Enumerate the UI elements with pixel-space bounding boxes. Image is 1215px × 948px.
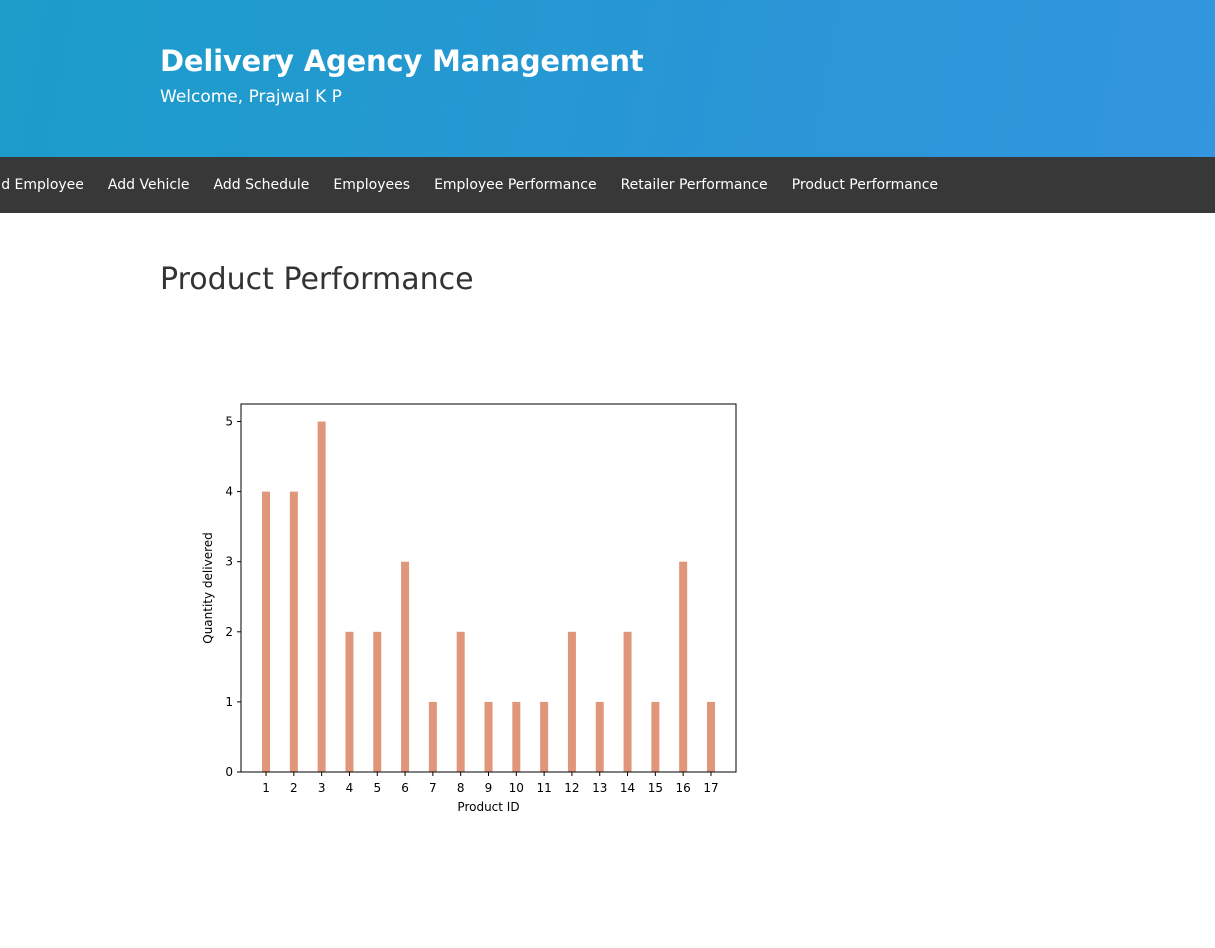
- chart-bars: [262, 421, 715, 772]
- x-tick-label: 11: [536, 781, 551, 795]
- x-tick-label: 16: [676, 781, 691, 795]
- y-tick-label: 0: [225, 765, 233, 779]
- bar-product-6: [401, 561, 410, 772]
- y-tick-label: 5: [225, 415, 233, 429]
- x-tick-label: 1: [262, 781, 270, 795]
- bar-product-13: [595, 701, 604, 772]
- y-tick-label: 4: [225, 485, 233, 499]
- page-title: Product Performance: [160, 262, 474, 297]
- chart-y-axis-label: Quantity delivered: [201, 532, 215, 644]
- bar-product-17: [706, 701, 715, 772]
- y-tick-label: 3: [225, 555, 233, 569]
- welcome-message: Welcome, Prajwal K P: [160, 87, 342, 107]
- y-tick-label: 2: [225, 625, 233, 639]
- chart-x-ticks: 1 2 3 4 5 6 7 8 9 10 11 12 13 14 15 16 17: [262, 772, 719, 795]
- x-tick-label: 3: [318, 781, 326, 795]
- bar-product-1: [262, 491, 271, 772]
- x-tick-label: 13: [592, 781, 607, 795]
- nav-item-add-schedule[interactable]: Add Schedule: [214, 177, 310, 193]
- x-tick-label: 17: [703, 781, 718, 795]
- main-navbar: Add Employee Add Vehicle Add Schedule Em…: [0, 157, 1215, 213]
- bar-product-10: [512, 701, 521, 772]
- x-tick-label: 8: [457, 781, 465, 795]
- x-tick-label: 7: [429, 781, 437, 795]
- x-tick-label: 4: [346, 781, 354, 795]
- nav-item-employee-performance[interactable]: Employee Performance: [434, 177, 597, 193]
- bar-product-14: [623, 631, 632, 772]
- app-title: Delivery Agency Management: [160, 44, 644, 78]
- x-tick-label: 12: [564, 781, 579, 795]
- bar-product-15: [651, 701, 660, 772]
- nav-item-add-vehicle[interactable]: Add Vehicle: [108, 177, 190, 193]
- nav-item-employees[interactable]: Employees: [333, 177, 410, 193]
- app-header: Delivery Agency Management Welcome, Praj…: [0, 0, 1215, 157]
- bar-product-4: [345, 631, 354, 772]
- chart-x-axis-label: Product ID: [457, 800, 519, 814]
- bar-product-8: [456, 631, 465, 772]
- bar-product-3: [317, 421, 326, 772]
- x-tick-label: 14: [620, 781, 635, 795]
- x-tick-label: 5: [373, 781, 381, 795]
- x-tick-label: 15: [648, 781, 663, 795]
- y-tick-label: 1: [225, 695, 233, 709]
- product-performance-chart: 012345 1 2 3 4 5 6 7 8 9 10 11 12 13 14 15 16 17 Product…: [201, 403, 737, 814]
- bar-product-2: [289, 491, 298, 772]
- nav-item-add-employee[interactable]: Add Employee: [0, 177, 84, 193]
- bar-product-7: [428, 701, 437, 772]
- bar-product-12: [567, 631, 576, 772]
- bar-product-9: [484, 701, 493, 772]
- nav-list: Add Employee Add Vehicle Add Schedule Em…: [0, 157, 938, 213]
- x-tick-label: 2: [290, 781, 298, 795]
- x-tick-label: 9: [485, 781, 493, 795]
- bar-product-16: [679, 561, 688, 772]
- x-tick-label: 6: [401, 781, 409, 795]
- x-tick-label: 10: [509, 781, 524, 795]
- nav-item-product-performance[interactable]: Product Performance: [792, 177, 938, 193]
- bar-product-11: [540, 701, 549, 772]
- bar-product-5: [373, 631, 382, 772]
- chart-y-ticks: 0 1 2 3 4 5: [225, 415, 241, 779]
- nav-item-retailer-performance[interactable]: Retailer Performance: [621, 177, 768, 193]
